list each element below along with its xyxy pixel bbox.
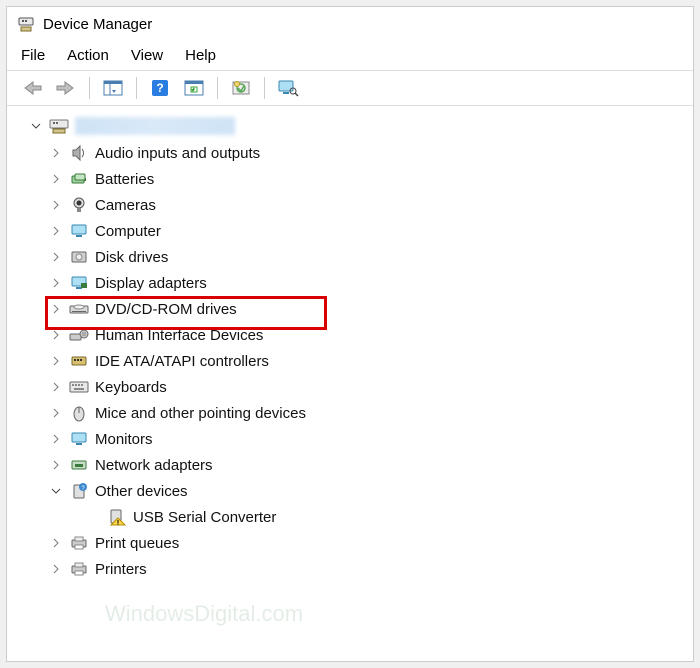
help-button[interactable]: ?	[145, 75, 175, 101]
warning-device-icon	[107, 507, 127, 527]
chevron-right-icon[interactable]	[49, 380, 63, 394]
node-display-adapters[interactable]: Display adapters	[45, 270, 689, 296]
device-manager-icon	[17, 15, 35, 33]
tree-root[interactable]	[11, 116, 689, 136]
node-cameras[interactable]: Cameras	[45, 192, 689, 218]
printer-icon	[69, 533, 89, 553]
keyboard-icon	[69, 377, 89, 397]
network-adapter-icon	[69, 455, 89, 475]
node-label: Network adapters	[95, 457, 213, 474]
chevron-right-icon[interactable]	[49, 432, 63, 446]
toolbar: ?	[7, 71, 693, 106]
chevron-down-icon[interactable]	[29, 119, 43, 133]
menu-action[interactable]: Action	[67, 47, 109, 64]
svg-text:?: ?	[156, 81, 163, 95]
chevron-down-icon[interactable]	[49, 484, 63, 498]
ide-controller-icon	[69, 351, 89, 371]
node-label: Disk drives	[95, 249, 168, 266]
chevron-right-icon[interactable]	[49, 224, 63, 238]
cd-drive-icon	[69, 299, 89, 319]
node-label: DVD/CD-ROM drives	[95, 301, 237, 318]
show-hide-tree-button[interactable]	[98, 75, 128, 101]
printer-icon	[69, 559, 89, 579]
monitor-icon	[69, 221, 89, 241]
node-computer[interactable]: Computer	[45, 218, 689, 244]
chevron-right-icon[interactable]	[49, 562, 63, 576]
node-printers[interactable]: Printers	[45, 556, 689, 582]
node-label: Keyboards	[95, 379, 167, 396]
chevron-right-icon[interactable]	[49, 250, 63, 264]
node-dvd-cdrom-drives[interactable]: DVD/CD-ROM drives	[45, 296, 689, 322]
node-label: Mice and other pointing devices	[95, 405, 306, 422]
node-network-adapters[interactable]: Network adapters	[45, 452, 689, 478]
battery-icon	[69, 169, 89, 189]
node-audio-inputs-outputs[interactable]: Audio inputs and outputs	[45, 140, 689, 166]
node-other-devices[interactable]: ? Other devices	[45, 478, 689, 504]
menu-file[interactable]: File	[21, 47, 45, 64]
device-tree[interactable]: Audio inputs and outputs Batteries Camer…	[7, 106, 693, 661]
chevron-right-icon[interactable]	[49, 354, 63, 368]
menu-view[interactable]: View	[131, 47, 163, 64]
speaker-icon	[69, 143, 89, 163]
chevron-right-icon[interactable]	[49, 146, 63, 160]
scan-hardware-button[interactable]	[179, 75, 209, 101]
node-monitors[interactable]: Monitors	[45, 426, 689, 452]
toolbar-separator	[136, 77, 137, 99]
chevron-right-icon[interactable]	[49, 198, 63, 212]
node-usb-serial-converter[interactable]: USB Serial Converter	[45, 504, 689, 530]
update-driver-button[interactable]	[226, 75, 256, 101]
window-title: Device Manager	[43, 16, 152, 33]
chevron-right-icon[interactable]	[49, 172, 63, 186]
toolbar-separator	[89, 77, 90, 99]
chevron-right-icon[interactable]	[49, 458, 63, 472]
node-label: IDE ATA/ATAPI controllers	[95, 353, 269, 370]
monitor-search-button[interactable]	[273, 75, 303, 101]
chevron-right-icon[interactable]	[49, 328, 63, 342]
node-ide-atapi-controllers[interactable]: IDE ATA/ATAPI controllers	[45, 348, 689, 374]
node-label: Cameras	[95, 197, 156, 214]
disk-drive-icon	[69, 247, 89, 267]
mouse-icon	[69, 403, 89, 423]
chevron-right-icon[interactable]	[49, 276, 63, 290]
node-label: Printers	[95, 561, 147, 578]
chevron-right-icon[interactable]	[49, 536, 63, 550]
node-label: Audio inputs and outputs	[95, 145, 260, 162]
other-device-icon: ?	[69, 481, 89, 501]
nav-back-button[interactable]	[17, 75, 47, 101]
nav-forward-button[interactable]	[51, 75, 81, 101]
camera-icon	[69, 195, 89, 215]
node-label: Display adapters	[95, 275, 207, 292]
menu-help[interactable]: Help	[185, 47, 216, 64]
hid-icon	[69, 325, 89, 345]
node-mice-pointing-devices[interactable]: Mice and other pointing devices	[45, 400, 689, 426]
titlebar: Device Manager	[7, 7, 693, 41]
node-print-queues[interactable]: Print queues	[45, 530, 689, 556]
toolbar-separator	[264, 77, 265, 99]
device-manager-window: Device Manager File Action View Help	[6, 6, 694, 662]
watermark-text: WindowsDigital.com	[105, 601, 303, 627]
node-disk-drives[interactable]: Disk drives	[45, 244, 689, 270]
toolbar-separator	[217, 77, 218, 99]
menubar: File Action View Help	[7, 41, 693, 71]
computer-root-icon	[49, 116, 69, 136]
chevron-right-icon[interactable]	[49, 406, 63, 420]
node-human-interface-devices[interactable]: Human Interface Devices	[45, 322, 689, 348]
node-label: Monitors	[95, 431, 153, 448]
chevron-right-icon[interactable]	[49, 302, 63, 316]
display-adapter-icon	[69, 273, 89, 293]
node-batteries[interactable]: Batteries	[45, 166, 689, 192]
monitors-icon	[69, 429, 89, 449]
node-label: Human Interface Devices	[95, 327, 263, 344]
node-label: Other devices	[95, 483, 188, 500]
node-label: Batteries	[95, 171, 154, 188]
node-label: USB Serial Converter	[133, 509, 276, 526]
node-label: Print queues	[95, 535, 179, 552]
node-label: Computer	[95, 223, 161, 240]
tree-items: Audio inputs and outputs Batteries Camer…	[11, 140, 689, 582]
node-keyboards[interactable]: Keyboards	[45, 374, 689, 400]
root-blurred-label	[75, 117, 235, 135]
